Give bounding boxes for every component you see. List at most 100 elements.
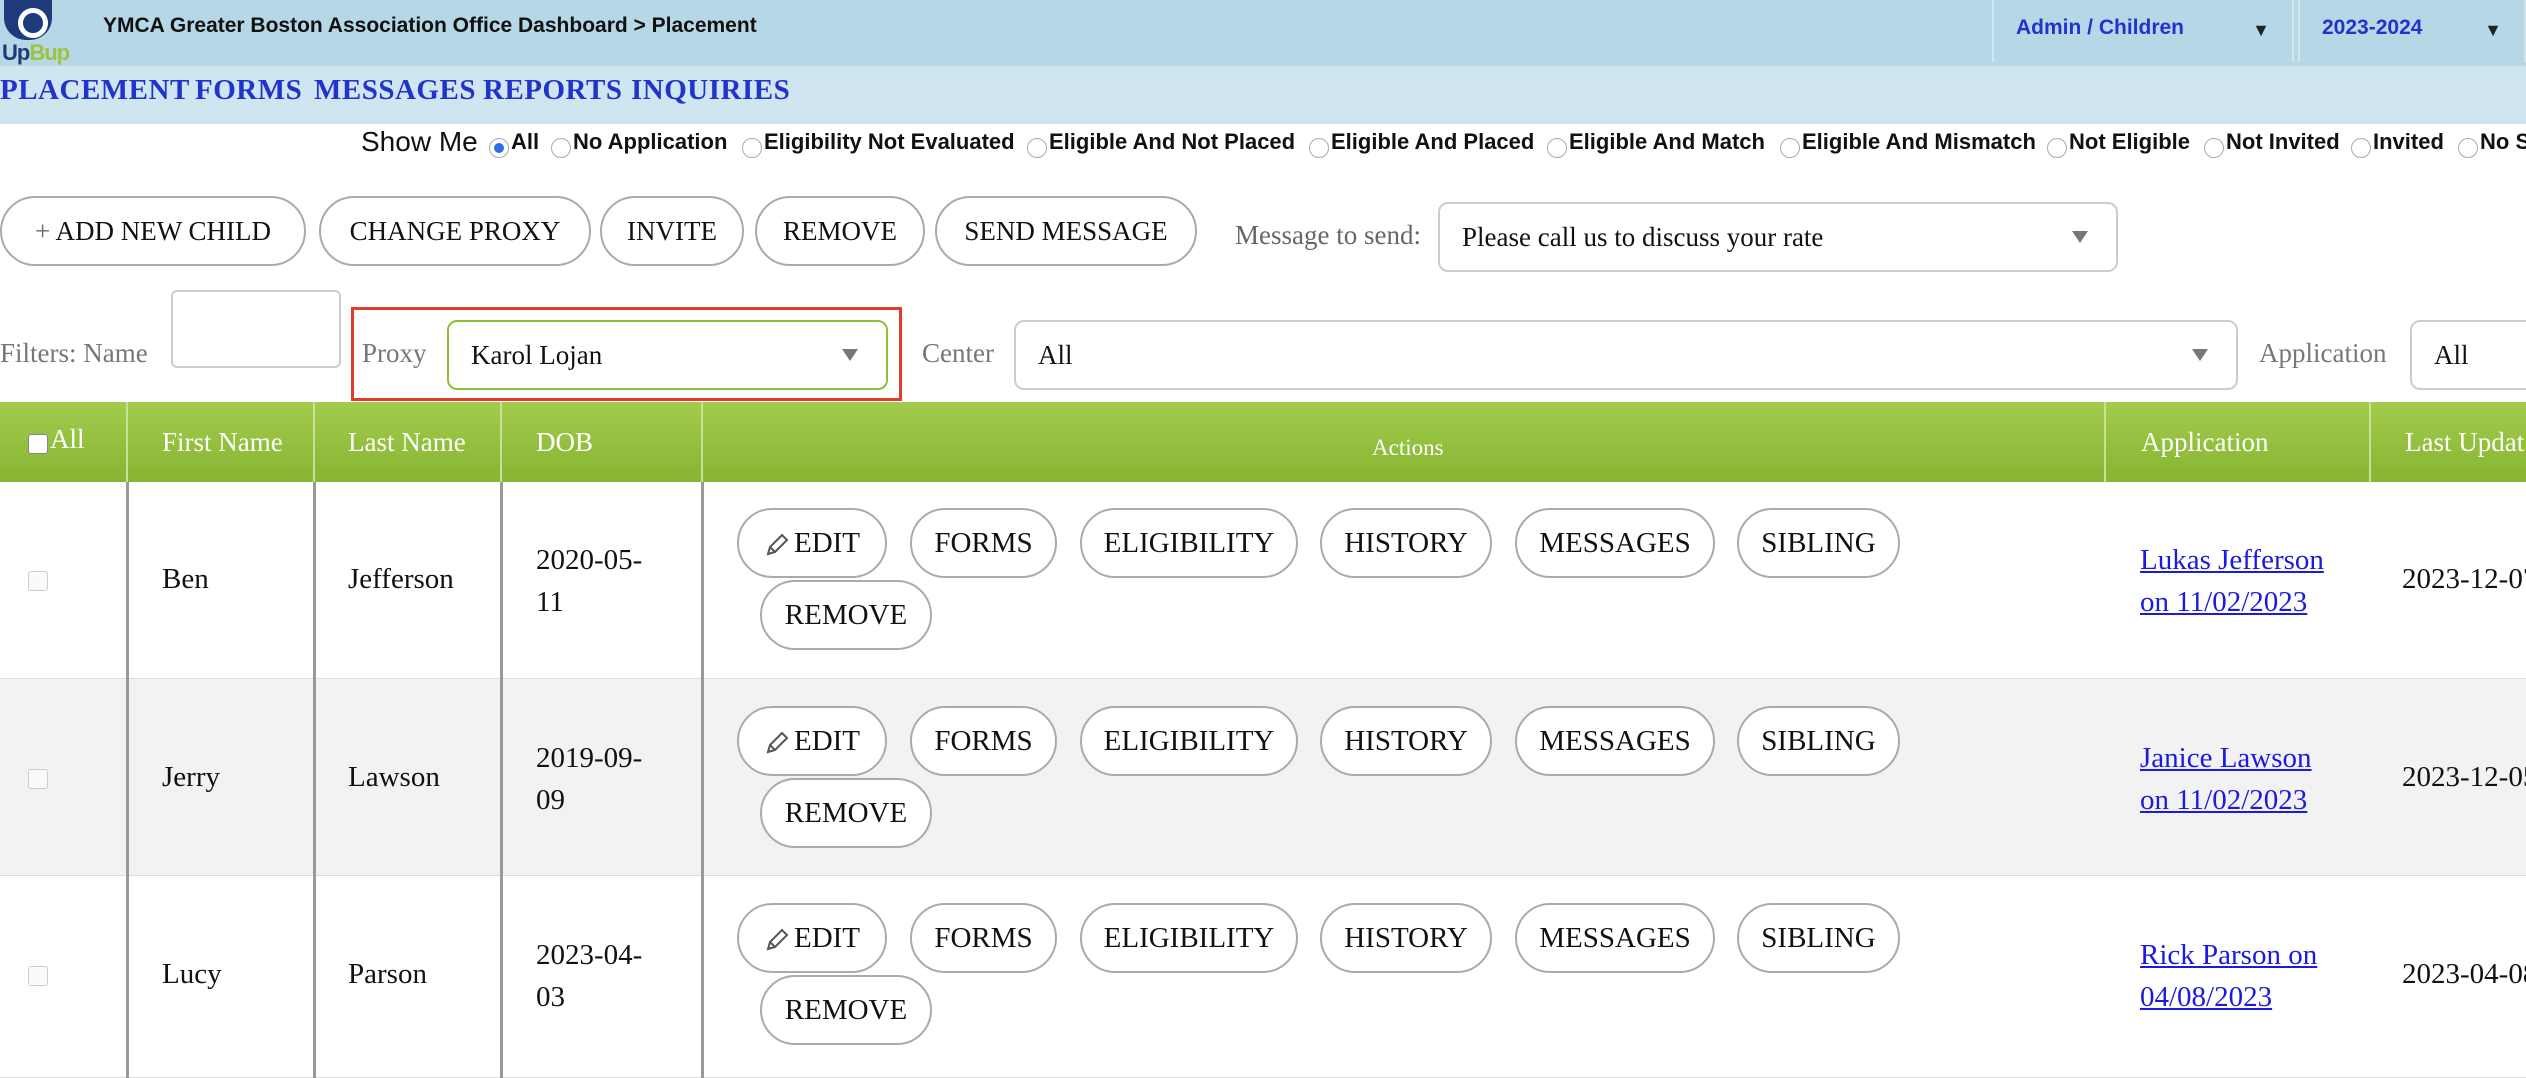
radio-label-eligibility-not-evaluated: Eligibility Not Evaluated [764,129,1015,154]
header-divider [500,402,502,482]
edit-label: EDIT [793,725,861,757]
last-name-cell: Parson [348,958,427,990]
last-updated-cell: 2023-12-07 [2402,563,2526,595]
dob-line: 2019-09- [536,742,643,774]
application-link-line: Lukas Jefferson [2140,544,2324,576]
application-select[interactable]: All [2410,320,2526,390]
radio-invited[interactable] [2351,138,2371,158]
radio-label-eligible-not-placed: Eligible And Not Placed [1049,129,1296,154]
row-checkbox[interactable] [28,966,48,986]
header-divider [2369,402,2371,482]
message-select[interactable]: Please call us to discuss your rate [1438,202,2118,272]
pencil-icon [766,533,789,556]
header-dob[interactable]: DOB [536,402,593,482]
center-select[interactable]: All [1014,320,2238,390]
messages-button[interactable]: MESSAGES [1515,706,1715,776]
application-link-line: on 11/02/2023 [2140,784,2308,816]
header-actions: Actions [1372,435,1444,460]
remove-child-button[interactable]: REMOVE [760,778,932,848]
remove-button[interactable]: REMOVE [755,196,925,266]
radio-all[interactable] [489,138,509,158]
messages-button[interactable]: MESSAGES [1515,903,1715,973]
application-link-line: 04/08/2023 [2140,981,2273,1013]
header-divider [701,402,703,482]
edit-button[interactable]: EDIT [737,706,887,776]
breadcrumb: YMCA Greater Boston Association Office D… [103,14,757,37]
forms-button[interactable]: FORMS [910,706,1057,776]
radio-not-eligible[interactable] [2047,138,2067,158]
edit-label: EDIT [793,922,861,954]
first-name-cell: Jerry [162,761,220,793]
logo-text: UpBup [2,40,70,65]
header-last-name[interactable]: Last Name [348,402,466,482]
history-button[interactable]: HISTORY [1320,706,1492,776]
proxy-select-value: Karol Lojan [471,340,603,370]
radio-no-application[interactable] [551,138,571,158]
nav-forms[interactable]: FORMS [195,74,302,107]
radio-eligibility-not-evaluated[interactable] [742,138,762,158]
year-select-value: 2023-2024 [2322,16,2423,39]
forms-button[interactable]: FORMS [910,508,1057,578]
last-name-cell: Lawson [348,761,440,793]
history-button[interactable]: HISTORY [1320,508,1492,578]
last-name-cell: Jefferson [348,563,454,595]
send-message-button[interactable]: SEND MESSAGE [935,196,1197,266]
header-first-name[interactable]: First Name [162,402,283,482]
sibling-button[interactable]: SIBLING [1737,508,1900,578]
application-select-value: All [2434,340,2469,370]
radio-not-invited[interactable] [2204,138,2224,158]
add-new-child-button[interactable]: + ADD NEW CHILD [0,196,306,266]
caret-down-icon [2072,231,2088,243]
edit-button[interactable]: EDIT [737,508,887,578]
radio-no-s[interactable] [2458,138,2478,158]
role-select[interactable]: Admin / Children ▼ [1992,0,2294,62]
history-button[interactable]: HISTORY [1320,903,1492,973]
sibling-button[interactable]: SIBLING [1737,706,1900,776]
application-link[interactable]: Rick Parson on 04/08/2023 [2140,934,2317,1018]
nav-placement[interactable]: PLACEMENT [0,74,190,107]
dob-line: 2020-05- [536,544,643,576]
proxy-select[interactable]: Karol Lojan [447,320,888,390]
header-application[interactable]: Application [2141,402,2268,482]
application-link-line: Rick Parson on [2140,939,2318,971]
radio-label-eligible-mismatch: Eligible And Mismatch [1802,129,2036,154]
messages-button[interactable]: MESSAGES [1515,508,1715,578]
upbup-logo[interactable]: UpBup [0,0,70,66]
first-name-cell: Lucy [162,958,222,990]
header-last-updated[interactable]: Last Updat [2405,402,2524,482]
nav-inquiries[interactable]: INQUIRIES [631,74,790,107]
row-checkbox[interactable] [28,769,48,789]
radio-eligible-mismatch[interactable] [1780,138,1800,158]
nav-messages[interactable]: MESSAGES [314,74,476,107]
filter-name-label: Filters: Name [0,338,148,368]
radio-label-eligible-placed: Eligible And Placed [1331,129,1535,154]
forms-button[interactable]: FORMS [910,903,1057,973]
radio-eligible-not-placed[interactable] [1027,138,1047,158]
sibling-button[interactable]: SIBLING [1737,903,1900,973]
radio-eligible-placed[interactable] [1309,138,1329,158]
dob-cell: 2019-09- 09 [536,737,646,821]
nav-reports[interactable]: REPORTS [483,74,622,107]
name-filter-input[interactable] [171,290,341,368]
row-checkbox[interactable] [28,571,48,591]
plus-icon: + [35,216,51,246]
radio-label-no-application: No Application [573,129,728,154]
add-new-child-label: ADD NEW CHILD [55,216,271,246]
edit-button[interactable]: EDIT [737,903,887,973]
eligibility-button[interactable]: ELIGIBILITY [1080,508,1298,578]
eligibility-button[interactable]: ELIGIBILITY [1080,706,1298,776]
dob-line: 03 [536,981,565,1013]
change-proxy-button[interactable]: CHANGE PROXY [319,196,591,266]
filter-center-label: Center [922,338,994,368]
eligibility-button[interactable]: ELIGIBILITY [1080,903,1298,973]
select-all-checkbox[interactable] [28,434,48,454]
remove-child-button[interactable]: REMOVE [760,580,932,650]
year-select[interactable]: 2023-2024 ▼ [2298,0,2526,62]
invite-button[interactable]: INVITE [600,196,744,266]
radio-eligible-match[interactable] [1547,138,1567,158]
dob-line: 11 [536,586,564,618]
application-link[interactable]: Lukas Jefferson on 11/02/2023 [2140,539,2324,623]
caret-down-icon [842,349,858,361]
remove-child-button[interactable]: REMOVE [760,975,932,1045]
application-link[interactable]: Janice Lawson on 11/02/2023 [2140,737,2312,821]
